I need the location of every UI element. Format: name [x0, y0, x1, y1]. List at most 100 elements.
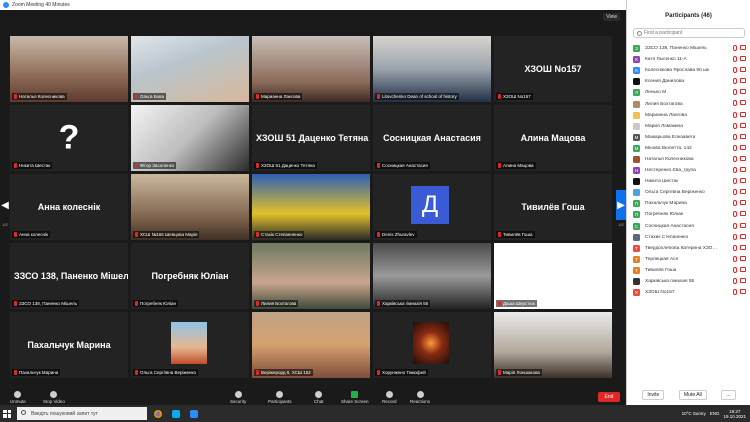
- participants-button[interactable]: Participants: [268, 391, 292, 404]
- video-tile[interactable]: Пахальчук Марина Пахальчук Марина: [10, 312, 128, 378]
- video-tile[interactable]: Стахік Степанненко: [252, 174, 370, 240]
- more-button[interactable]: ...: [721, 390, 736, 400]
- video-tile[interactable]: Д Denis Zhuravlev: [373, 174, 491, 240]
- clock[interactable]: 19:27 19.10.2021: [723, 409, 746, 419]
- video-tile[interactable]: Хорунжено Тимофей: [373, 312, 491, 378]
- video-tile[interactable]: Марианна Лангова: [252, 36, 370, 102]
- participant-list-item[interactable]: М Мінова Віолетта, 142: [627, 143, 750, 154]
- participant-display-name: ХЗОШ No157: [524, 64, 582, 74]
- participant-list-item[interactable]: Ольга Сергіївна Веріженко: [627, 187, 750, 198]
- participant-list-item[interactable]: К Колеснікова Ярослава 9б шк: [627, 65, 750, 76]
- participant-name: Твердохлебова Катерина ХЗО…: [645, 245, 718, 251]
- microphone-muted-icon: [256, 370, 259, 375]
- participant-name-label: Ольга Бова: [133, 93, 167, 100]
- participant-search-input[interactable]: Find a participant: [633, 28, 745, 38]
- participant-status-icons: [733, 56, 746, 63]
- video-tile[interactable]: Ольга Бова: [131, 36, 249, 102]
- participant-list-item[interactable]: Х ХЗОШ No157: [627, 287, 750, 298]
- participant-avatar: [633, 189, 640, 197]
- video-tile[interactable]: Лилия Бохтагова: [252, 243, 370, 309]
- zoom-app-button[interactable]: [187, 407, 201, 420]
- microphone-muted-icon: [14, 232, 17, 237]
- participant-name-label: Пахальчук Марина: [12, 369, 61, 376]
- unmute-button[interactable]: Unmute: [10, 391, 26, 404]
- video-tile[interactable]: ХСШ №166 Шевцова Марія: [131, 174, 249, 240]
- participant-list-item[interactable]: Н Нестеренко Єва_група: [627, 165, 750, 176]
- participant-list-item[interactable]: К Катя Лысенко 11-А: [627, 54, 750, 65]
- participant-list-item[interactable]: Наталья Колесникова: [627, 154, 750, 165]
- stop-video-button[interactable]: Stop Video: [43, 391, 65, 404]
- participant-list-item[interactable]: Л Ленько М: [627, 87, 750, 98]
- video-tile[interactable]: Алина Мацова Алина Мацова: [494, 105, 612, 171]
- participant-list-item[interactable]: М Мажарьова Елизавета: [627, 132, 750, 143]
- video-tile[interactable]: ХЗОШ No157 ХЗОШ No157: [494, 36, 612, 102]
- language-indicator[interactable]: ENG: [710, 411, 720, 416]
- record-button[interactable]: Record: [382, 391, 397, 404]
- participant-name-label: ХЗОШ No157: [496, 93, 533, 100]
- microphone-muted-icon: [733, 222, 737, 229]
- participant-list-item[interactable]: П Погребняк Юліан: [627, 209, 750, 220]
- participant-list-item[interactable]: Лилия Бохтагова: [627, 98, 750, 109]
- start-button[interactable]: [0, 405, 14, 422]
- participant-status-icons: [733, 277, 746, 284]
- video-tile[interactable]: Анна колеснік Анна колеснік: [10, 174, 128, 240]
- participant-display-name: Погребняк Юліан: [151, 271, 229, 281]
- video-tile[interactable]: Даша Шерстюк: [494, 243, 612, 309]
- video-off-icon: [740, 266, 746, 272]
- participant-name-text: Никита Шестак: [19, 163, 51, 168]
- participant-list-item[interactable]: Марианна Лангова: [627, 110, 750, 121]
- microphone-muted-icon: [256, 163, 259, 168]
- participant-name-label: Марія Лоншакова: [496, 369, 542, 376]
- share-screen-button[interactable]: Share Screen: [341, 391, 369, 404]
- participant-name-text: Ольга Сергіївна Веріженко: [140, 370, 197, 375]
- taskbar-search-input[interactable]: Введіть пошуковий запит тут: [17, 407, 147, 420]
- video-tile[interactable]: Ольга Сергіївна Веріженко: [131, 312, 249, 378]
- participant-list-item[interactable]: Т Тивилёв Гоша: [627, 265, 750, 276]
- participant-name-label: ХЗОШ 51 Даценко Тетяна: [254, 162, 317, 169]
- participant-list-item[interactable]: С Сосницкая Анастасия: [627, 221, 750, 232]
- chat-button[interactable]: Chat: [314, 391, 324, 404]
- participant-list-item[interactable]: Ксения Данилова: [627, 76, 750, 87]
- clock-date: 19.10.2021: [723, 413, 746, 419]
- video-off-icon: [740, 255, 746, 261]
- video-tile[interactable]: ? Никита Шестак: [10, 105, 128, 171]
- reactions-button[interactable]: Reactions: [410, 391, 430, 404]
- previous-page-button[interactable]: ◀ 1/2: [0, 190, 10, 228]
- mute-all-button[interactable]: Mute All: [678, 390, 707, 400]
- participant-status-icons: [733, 211, 746, 218]
- participant-name-text: Веріжерорд 8, ХСШ 152: [261, 370, 311, 375]
- security-button[interactable]: Security: [230, 391, 246, 404]
- participant-list-item[interactable]: Т Терлецкая Ася: [627, 254, 750, 265]
- participant-list-item[interactable]: Никита Шестак: [627, 176, 750, 187]
- video-tile[interactable]: ХЗОШ 51 Даценко Тетяна ХЗОШ 51 Даценко Те…: [252, 105, 370, 171]
- video-tile[interactable]: Погребняк Юліан Погребняк Юліан: [131, 243, 249, 309]
- invite-button[interactable]: Invite: [642, 390, 665, 400]
- participant-name: Ленько М: [645, 90, 667, 96]
- participant-list-item[interactable]: П Пахальчук Марина: [627, 198, 750, 209]
- video-off-icon: [740, 211, 746, 217]
- video-tile[interactable]: Сосницкая Анастасия Сосницкая Анастасия: [373, 105, 491, 171]
- participant-list-item[interactable]: Стахик Степаненко: [627, 232, 750, 243]
- next-page-button[interactable]: ▶ 1/2: [616, 190, 626, 227]
- video-tile[interactable]: Фігор Засоленко: [131, 105, 249, 171]
- video-tile[interactable]: Веріжерорд 8, ХСШ 152: [252, 312, 370, 378]
- participants-icon: [276, 391, 284, 398]
- participant-list-item[interactable]: З ЗЗСО 138, Паненко Мішель: [627, 43, 750, 54]
- end-meeting-button[interactable]: End: [598, 392, 620, 402]
- skype-icon: [172, 409, 180, 418]
- video-tile[interactable]: ЗЗСО 138, Паненко Мішель ЗЗСО 138, Паненк…: [10, 243, 128, 309]
- participant-list-item[interactable]: Харківська гімназія 55: [627, 276, 750, 287]
- video-tile[interactable]: Наталья Колесникова: [10, 36, 128, 102]
- participant-list-item[interactable]: Т Твердохлебова Катерина ХЗО…: [627, 243, 750, 254]
- view-button[interactable]: View: [603, 13, 620, 21]
- video-off-icon: [740, 289, 746, 295]
- video-tile[interactable]: Тивилёв Гоша Тивилёв Гоша: [494, 174, 612, 240]
- participant-avatar: П: [633, 200, 640, 208]
- skype-app-button[interactable]: [169, 407, 183, 420]
- video-tile[interactable]: Марія Лоншакова: [494, 312, 612, 378]
- weather-text[interactable]: 10°C Sunny: [682, 411, 706, 416]
- video-tile[interactable]: Litovchenko Dean of school of history: [373, 36, 491, 102]
- video-tile[interactable]: Харківська гімназія 55: [373, 243, 491, 309]
- participant-list-item[interactable]: Мария Ломакина: [627, 121, 750, 132]
- chrome-app-button[interactable]: [151, 407, 165, 420]
